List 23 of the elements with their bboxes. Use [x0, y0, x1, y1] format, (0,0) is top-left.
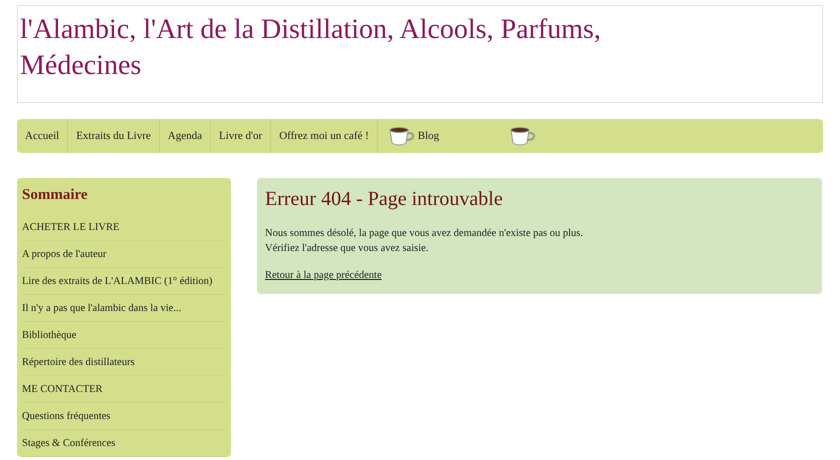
coffee-cup-icon [509, 125, 538, 147]
error-message: Vérifiez l'adresse que vous avez saisie. [265, 242, 430, 256]
sidebar-link[interactable]: Questions fréquentes [22, 403, 226, 430]
error-message: Nous sommes désolé, la page que vous avez demandée n'existe pas ou plus. [265, 227, 584, 241]
nav-link[interactable]: Livre d'or [210, 119, 272, 153]
coffee-cup-icon [388, 125, 416, 147]
nav-link[interactable]: Blog [378, 119, 510, 153]
site-title: l'Alambic, l'Art de la Distillation, Alcools, Parfums, Médecines [20, 13, 602, 83]
sidebar-title: Sommaire [22, 186, 89, 205]
sidebar-link[interactable]: A propos de l'auteur [22, 241, 226, 268]
nav-link[interactable]: Extraits du Livre [68, 119, 160, 153]
sidebar-link[interactable]: Bibliothèque [22, 322, 226, 349]
sidebar-link[interactable]: Il n'y a pas que l'alambic dans la vie... [22, 295, 226, 322]
nav-link[interactable]: Accueil [17, 119, 68, 153]
sidebar-link[interactable]: Stages & Conférences [22, 430, 226, 457]
error-title: Erreur 404 - Page introuvable [265, 187, 504, 212]
back-link[interactable]: Retour à la page précédente [265, 268, 814, 284]
sidebar-link[interactable]: ME CONTACTER [22, 376, 226, 403]
nav-link[interactable]: Offrez moi un café ! [271, 119, 378, 153]
sidebar-link[interactable]: ACHETER LE LIVRE [22, 214, 226, 241]
sidebar-link[interactable]: Répertoire des distillateurs [22, 349, 226, 376]
nav-link[interactable]: Agenda [160, 119, 211, 153]
sidebar-link[interactable]: Lire des extraits de L'ALAMBIC (1° édition) [22, 268, 226, 295]
